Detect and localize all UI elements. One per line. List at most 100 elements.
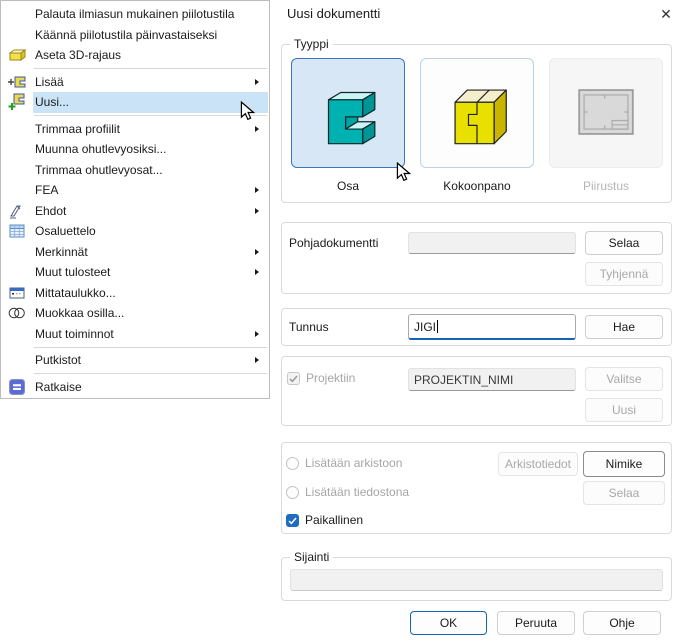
menu-item-muunna-ohutlevyosiksi[interactable]: Muunna ohutlevyosiksi... [1, 139, 269, 160]
submenu-arrow-icon [255, 331, 259, 337]
help-button[interactable]: Ohje [583, 611, 661, 635]
icon-gutter [1, 350, 33, 371]
location-group: Sijainti [281, 557, 672, 601]
menu-item-mittataulukko[interactable]: Mittataulukko... [1, 283, 269, 304]
template-document-label: Pohjadokumentti [289, 236, 378, 250]
checkmark-icon [289, 375, 298, 383]
item-button[interactable]: Nimike [583, 451, 665, 477]
menu-item-muut-tulosteet[interactable]: Muut tulosteet [1, 262, 269, 283]
id-group: Tunnus JIGI Hae [281, 308, 672, 346]
circles-icon [1, 303, 33, 324]
project-name-field: PROJEKTIN_NIMI [408, 368, 576, 391]
tile-kokoonpano[interactable] [420, 58, 534, 168]
context-menu: Palauta ilmiasun mukainen piilotustila K… [0, 0, 270, 399]
menu-separator [34, 115, 267, 116]
menu-item-label: Ehdot [35, 204, 66, 218]
submenu-arrow-icon [255, 208, 259, 214]
icon-gutter [1, 119, 33, 140]
local-label: Paikallinen [305, 513, 363, 527]
tile-osa[interactable] [291, 58, 405, 168]
text-caret [437, 320, 438, 333]
icon-gutter [1, 324, 33, 345]
project-checkbox [287, 372, 300, 385]
menu-separator [34, 68, 267, 69]
location-group-legend: Sijainti [290, 550, 333, 565]
type-group-legend: Tyyppi [290, 37, 333, 52]
id-label: Tunnus [289, 320, 329, 334]
menu-item-ehdot[interactable]: Ehdot [1, 201, 269, 222]
menu-item-label: Muokkaa osilla... [35, 306, 124, 320]
close-icon[interactable]: ✕ [653, 3, 679, 26]
submenu-arrow-icon [255, 269, 259, 275]
menu-item-kaanna-piilotustila[interactable]: Käännä piilotustila päinvastaiseksi [1, 25, 269, 46]
tile-label-piirustus: Piirustus [549, 179, 663, 193]
menu-item-fea[interactable]: FEA [1, 180, 269, 201]
menu-item-label: Lisää [35, 75, 64, 89]
cancel-button[interactable]: Peruuta [497, 611, 575, 635]
menu-separator [34, 347, 267, 348]
storage-group: Lisätään arkistoon Arkistotiedot Nimike … [281, 442, 672, 534]
project-group: Projektiin PROJEKTIN_NIMI Valitse Uusi [281, 356, 672, 426]
add-to-archive-radio [286, 457, 299, 470]
submenu-arrow-icon [255, 79, 259, 85]
submenu-arrow-icon [255, 187, 259, 193]
field-value: JIGI [414, 320, 436, 334]
icon-gutter [1, 180, 33, 201]
menu-item-merkinnat[interactable]: Merkinnät [1, 242, 269, 263]
solve-icon [1, 377, 33, 398]
icon-gutter [1, 160, 33, 181]
menu-item-label: Muut toiminnot [35, 327, 114, 341]
menu-item-muut-toiminnot[interactable]: Muut toiminnot [1, 324, 269, 345]
new-project-button: Uusi [585, 398, 663, 422]
checkmark-icon [288, 517, 297, 525]
menu-item-label: Palauta ilmiasun mukainen piilotustila [35, 7, 234, 21]
dimension-table-icon [1, 283, 33, 304]
pen-icon [1, 201, 33, 222]
menu-item-putkistot[interactable]: Putkistot [1, 350, 269, 371]
icon-gutter [1, 262, 33, 283]
menu-item-lisaa[interactable]: Lisää [1, 72, 269, 93]
menu-separator [34, 373, 267, 374]
icon-gutter [1, 4, 33, 25]
assembly-3d-icon [438, 73, 516, 154]
menu-item-palauta-piilotustila[interactable]: Palauta ilmiasun mukainen piilotustila [1, 4, 269, 25]
dialog-title: Uusi dokumentti [287, 6, 380, 21]
field-value: PROJEKTIN_NIMI [414, 373, 513, 387]
menu-item-trimmaa-ohutlevyosat[interactable]: Trimmaa ohutlevyosat... [1, 160, 269, 181]
menu-item-label: Mittataulukko... [35, 286, 116, 300]
icon-gutter [1, 25, 33, 46]
menu-item-aseta-3d-rajaus[interactable]: Aseta 3D-rajaus [1, 45, 269, 66]
ok-button[interactable]: OK [410, 611, 487, 635]
template-document-field [408, 232, 576, 254]
tile-piirustus [549, 58, 663, 168]
id-input[interactable]: JIGI [408, 314, 576, 340]
table-icon [1, 221, 33, 242]
menu-item-label: Putkistot [35, 353, 81, 367]
menu-item-label: Aseta 3D-rajaus [35, 48, 121, 62]
tile-label-kokoonpano: Kokoonpano [420, 179, 534, 193]
add-as-file-label: Lisätään tiedostona [305, 485, 409, 499]
menu-item-label: Muunna ohutlevyosiksi... [35, 142, 166, 156]
part-3d-icon [309, 73, 387, 154]
menu-item-label: Uusi... [35, 95, 69, 109]
menu-item-ratkaise[interactable]: Ratkaise [1, 377, 269, 398]
menu-item-label: FEA [35, 183, 58, 197]
menu-item-uusi[interactable]: Uusi... [1, 92, 269, 113]
menu-item-label: Muut tulosteet [35, 265, 110, 279]
app-screen: Palauta ilmiasun mukainen piilotustila K… [0, 0, 683, 642]
tile-label-osa: Osa [291, 179, 405, 193]
browse-template-button[interactable]: Selaa [585, 231, 663, 255]
search-id-button[interactable]: Hae [585, 315, 663, 339]
project-label: Projektiin [306, 371, 355, 385]
template-document-group: Pohjadokumentti Selaa Tyhjennä [281, 222, 672, 294]
new-document-dialog: Uusi dokumentti ✕ Tyyppi [270, 0, 683, 642]
browse-file-button: Selaa [583, 481, 665, 505]
clear-template-button: Tyhjennä [585, 262, 663, 286]
submenu-arrow-icon [255, 249, 259, 255]
local-checkbox[interactable] [286, 514, 299, 527]
new-part-icon [1, 92, 33, 113]
menu-item-muokkaa-osilla[interactable]: Muokkaa osilla... [1, 303, 269, 324]
menu-item-trimmaa-profiilit[interactable]: Trimmaa profiilit [1, 119, 269, 140]
menu-item-osaluettelo[interactable]: Osaluettelo [1, 221, 269, 242]
mouse-cursor-icon [240, 101, 255, 125]
